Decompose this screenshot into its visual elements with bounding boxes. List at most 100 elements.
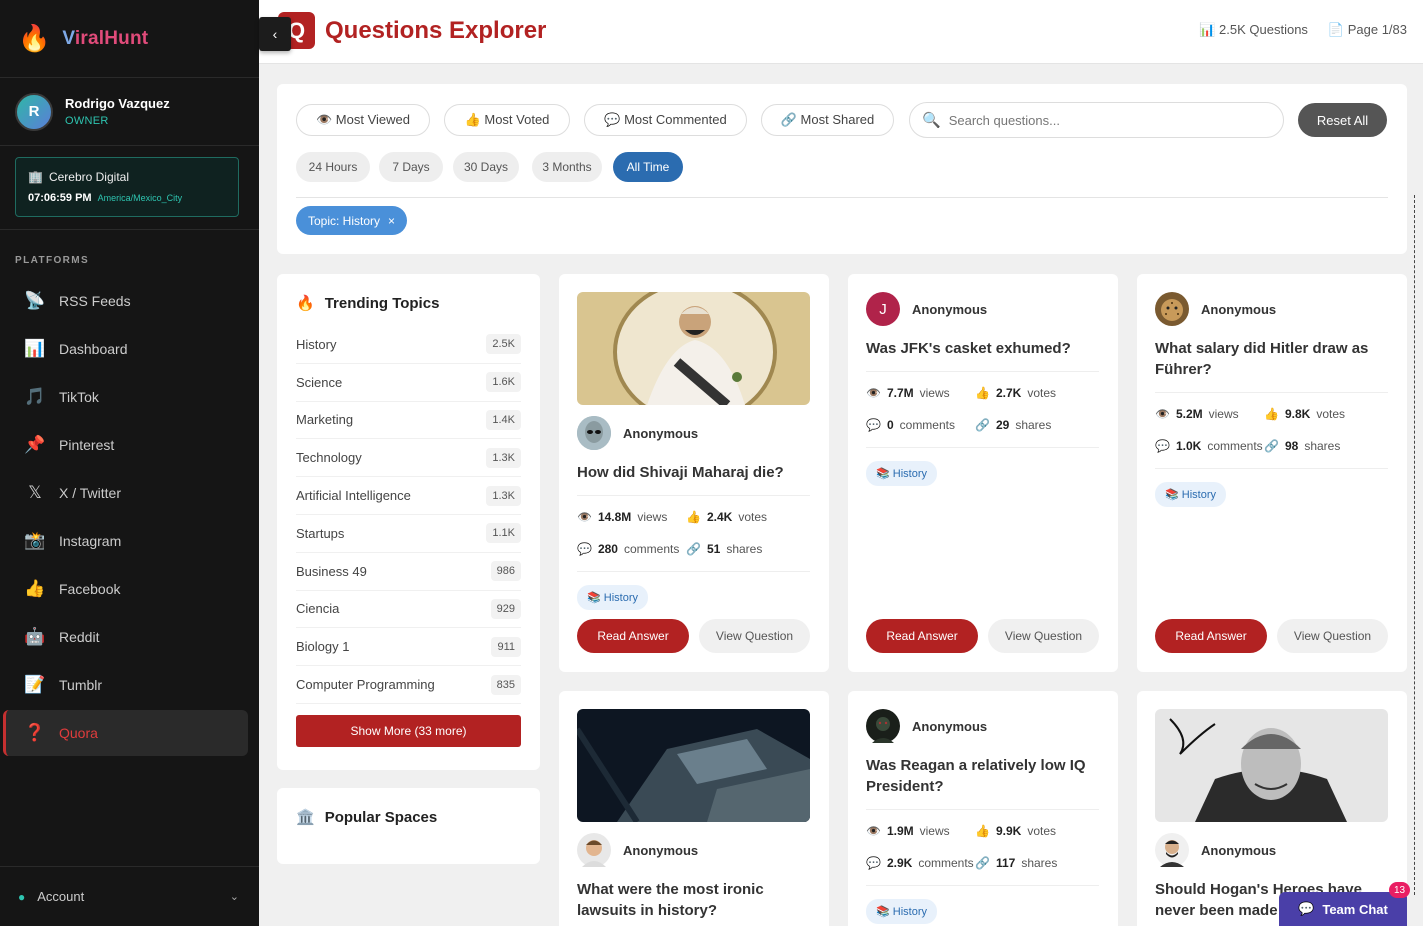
platform-icon: ❓ bbox=[24, 723, 46, 742]
platform-icon: 📡 bbox=[24, 291, 46, 310]
time-7-days-button[interactable]: 7 Days bbox=[379, 152, 443, 182]
show-more-topics-button[interactable]: Show More (33 more) bbox=[296, 714, 521, 747]
topic-row[interactable]: Science 1.6K bbox=[296, 364, 521, 402]
sidebar-item-tumblr[interactable]: 📝 Tumblr bbox=[3, 662, 248, 708]
sidebar-item-facebook[interactable]: 👍 Facebook bbox=[3, 566, 248, 612]
read-answer-button[interactable]: Read Answer bbox=[577, 619, 689, 653]
topic-row[interactable]: Artificial Intelligence 1.3K bbox=[296, 477, 521, 515]
topic-count: 929 bbox=[490, 598, 521, 619]
sidebar-item-label: Pinterest bbox=[59, 437, 115, 453]
topic-row[interactable]: History 2.5K bbox=[296, 326, 521, 364]
view-question-button[interactable]: View Question bbox=[699, 619, 810, 653]
time-30-days-button[interactable]: 30 Days bbox=[453, 152, 519, 182]
sidebar-item-tiktok[interactable]: 🎵 TikTok bbox=[3, 374, 248, 420]
comment-icon: 💬 bbox=[1155, 438, 1170, 453]
question-image bbox=[577, 292, 810, 405]
view-question-button[interactable]: View Question bbox=[1277, 619, 1388, 653]
author-avatar bbox=[1155, 292, 1189, 326]
active-topic-filter[interactable]: Topic: History × bbox=[296, 206, 408, 235]
topic-row[interactable]: Ciencia 929 bbox=[296, 591, 521, 629]
reset-all-button[interactable]: Reset All bbox=[1298, 103, 1387, 137]
time-all-time-button[interactable]: All Time bbox=[613, 152, 683, 182]
time-24-hours-button[interactable]: 24 Hours bbox=[296, 152, 370, 182]
time-3-months-button[interactable]: 3 Months bbox=[532, 152, 602, 182]
question-image bbox=[577, 709, 810, 822]
sort-most-viewed-button[interactable]: 👁️ Most Viewed bbox=[296, 104, 430, 136]
question-card[interactable]: J Anonymous Was JFK's casket exhumed? 👁️… bbox=[848, 274, 1118, 672]
page-title: Questions Explorer bbox=[325, 17, 547, 44]
building-icon: 🏢 bbox=[28, 170, 43, 184]
user-profile[interactable]: R Rodrigo Vazquez OWNER bbox=[0, 78, 259, 146]
sort-most-shared-button[interactable]: 🔗 Most Shared bbox=[761, 104, 894, 136]
topic-badge[interactable]: 📚 History bbox=[1155, 482, 1226, 507]
question-title[interactable]: Was JFK's casket exhumed? bbox=[866, 338, 1099, 372]
question-title[interactable]: How did Shivaji Maharaj die? bbox=[577, 462, 810, 496]
topic-badge[interactable]: 📚 History bbox=[866, 461, 937, 486]
views-count: 1.9M bbox=[886, 823, 914, 838]
shares-count: 29 bbox=[995, 417, 1010, 432]
topic-badge[interactable]: 📚 History bbox=[577, 585, 648, 610]
sidebar-item-pinterest[interactable]: 📌 Pinterest bbox=[3, 422, 248, 468]
question-card[interactable]: Anonymous How did Shivaji Maharaj die? 👁… bbox=[559, 274, 829, 672]
chat-notification-badge: 13 bbox=[1389, 882, 1411, 898]
view-question-button[interactable]: View Question bbox=[988, 619, 1099, 653]
platform-icon: 🤖 bbox=[24, 627, 46, 646]
sidebar-item-reddit[interactable]: 🤖 Reddit bbox=[3, 614, 248, 660]
shares-count: 98 bbox=[1284, 438, 1299, 453]
organization-card[interactable]: 🏢 Cerebro Digital 07:06:59 PM America/Mexi… bbox=[15, 157, 239, 217]
topic-name: Marketing bbox=[296, 412, 354, 428]
question-title[interactable]: What salary did Hitler draw as Führer? bbox=[1155, 338, 1388, 393]
brand[interactable]: 🔥 ViralHunt bbox=[0, 0, 259, 78]
topic-count: 1.4K bbox=[486, 409, 521, 430]
topic-row[interactable]: Computer Programming 835 bbox=[296, 666, 521, 704]
topic-row[interactable]: Biology 1 911 bbox=[296, 628, 521, 667]
topic-row[interactable]: Business 49 986 bbox=[296, 553, 521, 591]
read-answer-button[interactable]: Read Answer bbox=[1155, 619, 1267, 653]
question-card[interactable]: Anonymous Was Reagan a relatively low IQ… bbox=[848, 691, 1118, 926]
sidebar-item-label: Instagram bbox=[59, 533, 122, 549]
views-count: 5.2M bbox=[1175, 406, 1203, 421]
question-title[interactable]: Was Reagan a relatively low IQ President… bbox=[866, 755, 1099, 810]
votes-label: votes bbox=[1027, 823, 1056, 838]
question-card[interactable]: Anonymous What salary did Hitler draw as… bbox=[1137, 274, 1407, 672]
topic-row[interactable]: Startups 1.1K bbox=[296, 515, 521, 553]
popular-spaces-panel: 🏛️ Popular Spaces bbox=[277, 788, 540, 864]
comments-label: comments bbox=[1207, 438, 1263, 453]
comments-label: comments bbox=[623, 541, 680, 556]
sidebar-item-rss-feeds[interactable]: 📡 RSS Feeds bbox=[3, 278, 248, 324]
platform-icon: 📊 bbox=[24, 339, 46, 358]
account-menu[interactable]: ● Account ⌄ bbox=[0, 866, 259, 926]
sidebar: 🔥 ViralHunt R Rodrigo Vazquez OWNER 🏢 Cer… bbox=[0, 0, 259, 926]
author-name: Anonymous bbox=[912, 301, 988, 317]
question-card[interactable]: Anonymous Should Hogan's Heroes have nev… bbox=[1137, 691, 1407, 926]
sort-most-voted-button[interactable]: 👍 Most Voted bbox=[444, 104, 570, 136]
popular-spaces-title: Popular Spaces bbox=[324, 808, 438, 826]
topic-row[interactable]: Marketing 1.4K bbox=[296, 402, 521, 440]
sort-most-commented-button[interactable]: 💬 Most Commented bbox=[584, 104, 747, 136]
platform-icon: 📝 bbox=[24, 675, 46, 694]
thumbs-up-icon: 👍 bbox=[686, 509, 701, 524]
topic-count: 1.6K bbox=[486, 372, 521, 393]
team-chat-button[interactable]: 💬 Team Chat bbox=[1279, 892, 1407, 926]
question-card[interactable]: Anonymous What were the most ironic laws… bbox=[559, 691, 829, 926]
question-title[interactable]: What were the most ironic lawsuits in hi… bbox=[577, 879, 810, 926]
thumbs-up-icon: 👍 bbox=[1264, 406, 1279, 421]
read-answer-button[interactable]: Read Answer bbox=[866, 619, 978, 653]
sidebar-item-instagram[interactable]: 📸 Instagram bbox=[3, 518, 248, 564]
thumbs-up-icon: 👍 bbox=[975, 385, 990, 400]
search-input[interactable] bbox=[948, 112, 1249, 128]
filters-panel: 👁️ Most Viewed 👍 Most Voted 💬 Most Comme… bbox=[277, 84, 1407, 254]
topic-name: Biology 1 bbox=[296, 639, 350, 655]
link-icon: 🔗 bbox=[975, 417, 990, 432]
topic-badge[interactable]: 📚 History bbox=[866, 899, 937, 924]
sidebar-item-x-twitter[interactable]: 𝕏 X / Twitter bbox=[3, 470, 248, 516]
search-box[interactable]: 🔍 bbox=[909, 102, 1284, 138]
sidebar-item-quora[interactable]: ❓ Quora bbox=[3, 710, 248, 756]
comment-icon: 💬 bbox=[866, 417, 881, 432]
sidebar-item-dashboard[interactable]: 📊 Dashboard bbox=[3, 326, 248, 372]
topic-row[interactable]: Technology 1.3K bbox=[296, 439, 521, 478]
collapse-sidebar-button[interactable]: ‹ bbox=[259, 17, 291, 51]
sidebar-item-label: Dashboard bbox=[59, 341, 128, 357]
shares-label: shares bbox=[1015, 417, 1052, 432]
close-icon[interactable]: × bbox=[388, 214, 395, 228]
